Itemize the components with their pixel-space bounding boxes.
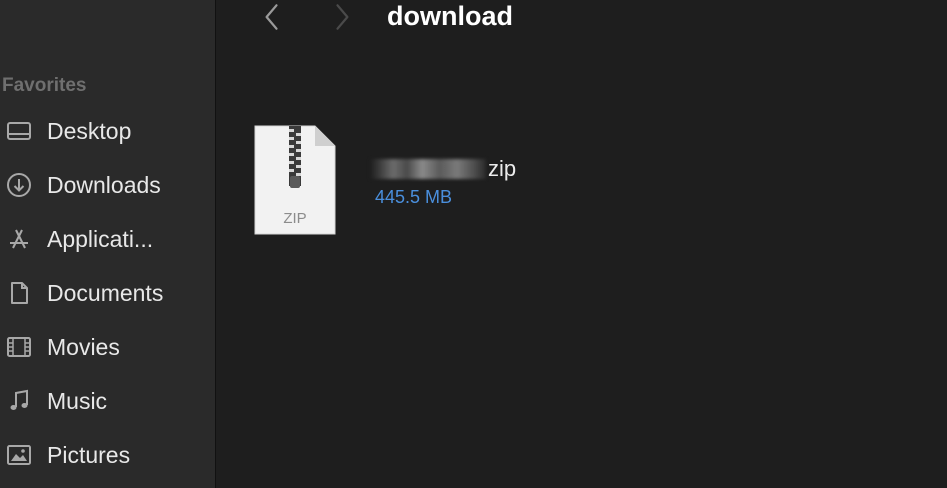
zip-icon-label: ZIP [283,210,307,227]
download-icon [4,170,34,200]
sidebar-item-label: Applicati... [47,225,154,252]
window-title: download [387,1,513,31]
file-size: 445.5 MB [375,187,453,207]
sidebar-heading-favorites: Favorites [2,75,87,96]
file-name-suffix: zip [488,156,517,181]
document-icon [4,278,34,308]
film-icon [4,332,34,362]
sidebar-item-music[interactable]: Music [0,379,215,423]
forward-button[interactable] [327,0,357,34]
sidebar-item-label: Documents [47,279,164,306]
sidebar-item-movies[interactable]: Movies [0,325,215,369]
sidebar-item-documents[interactable]: Documents [0,271,215,315]
sidebar-item-label: Pictures [47,441,131,468]
sidebar-item-label: Movies [47,333,120,360]
applications-icon [4,224,34,254]
sidebar-item-label: Music [47,387,108,414]
music-note-icon [4,386,34,416]
photo-icon [4,440,34,470]
desktop-icon [4,116,34,146]
sidebar-item-desktop[interactable]: Desktop [0,109,215,153]
sidebar-item-pictures[interactable]: Pictures [0,433,215,477]
file-name: zip [370,156,516,182]
sidebar-item-applications[interactable]: Applicati... [0,217,215,261]
toolbar: download [217,0,947,40]
chevron-left-icon [265,4,278,30]
sidebar-item-label: Desktop [47,117,132,144]
file-item[interactable]: ZIP zip 445.5 MB [253,124,553,239]
sidebar-item-downloads[interactable]: Downloads [0,163,215,207]
chevron-right-icon [336,4,349,30]
sidebar-item-label: Downloads [47,171,161,198]
sidebar: Favorites Desktop Downloads Applicati...… [0,0,216,488]
zip-file-icon: ZIP [253,124,337,236]
back-button[interactable] [257,0,287,34]
redacted-filename [370,159,486,179]
